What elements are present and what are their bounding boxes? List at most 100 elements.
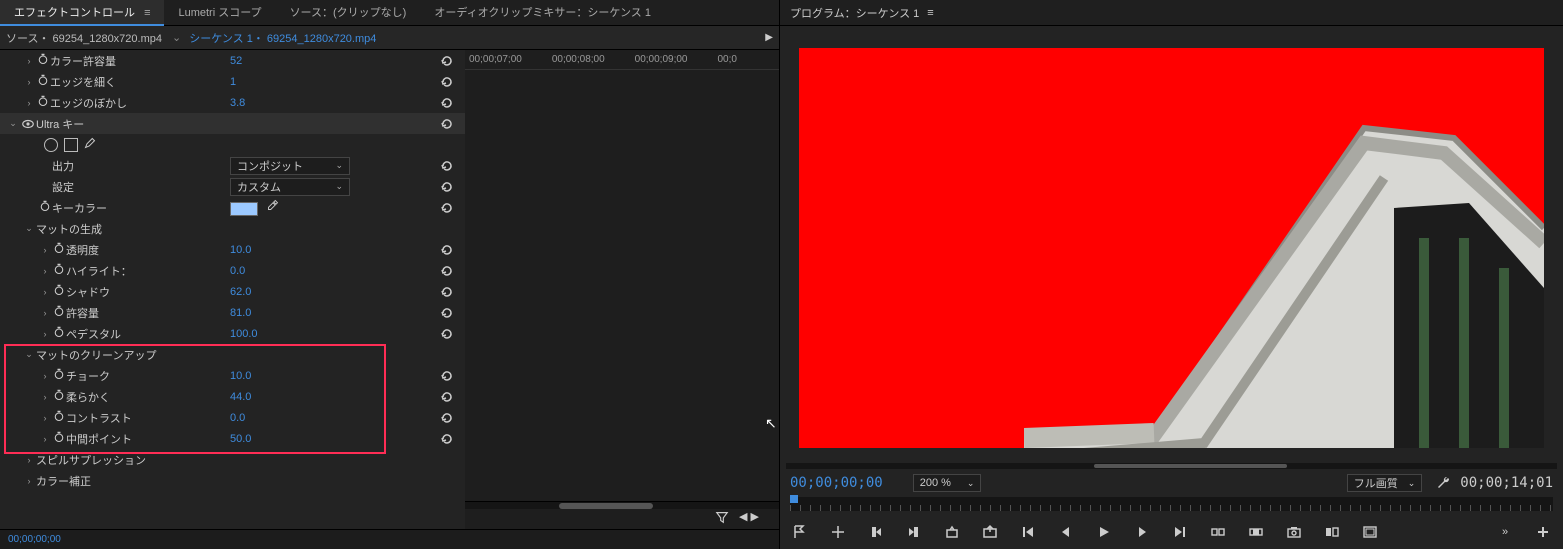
param-midpoint-value[interactable]: 50.0 bbox=[230, 433, 251, 445]
panel-menu-icon[interactable]: ≡ bbox=[144, 7, 150, 19]
timeline-scrollbar[interactable] bbox=[559, 503, 653, 509]
param-edge-feather-value[interactable]: 3.8 bbox=[230, 97, 245, 109]
param-transparency-value[interactable]: 10.0 bbox=[230, 244, 251, 256]
twirl-icon[interactable]: ⌄ bbox=[22, 349, 36, 360]
go-to-clip-icon[interactable]: ▶ bbox=[765, 32, 773, 43]
sequence-link[interactable]: シーケンス 1・ 69254_1280x720.mp4 bbox=[189, 30, 376, 46]
twirl-icon[interactable]: › bbox=[22, 56, 36, 66]
tab-lumetri-scopes[interactable]: Lumetri スコープ bbox=[164, 0, 275, 26]
settings-wrench-icon[interactable] bbox=[1436, 474, 1452, 493]
quality-select[interactable]: フル画質 ⌄ bbox=[1347, 474, 1423, 492]
twirl-icon[interactable]: › bbox=[38, 392, 52, 402]
stopwatch-icon[interactable] bbox=[36, 74, 50, 89]
twirl-icon[interactable]: ⌄ bbox=[22, 223, 36, 234]
tab-audio-mixer[interactable]: オーディオクリップミキサー：シーケンス 1 bbox=[420, 0, 665, 26]
reset-effect-icon[interactable] bbox=[439, 116, 455, 132]
step-back-icon[interactable] bbox=[1056, 522, 1076, 542]
settings-select[interactable]: カスタム ⌄ bbox=[230, 178, 350, 196]
reset-param-icon[interactable] bbox=[439, 326, 455, 342]
filter-icon[interactable] bbox=[715, 510, 729, 527]
stopwatch-icon[interactable] bbox=[52, 284, 66, 299]
current-timecode[interactable]: 00;00;00;00 bbox=[790, 475, 883, 491]
stopwatch-icon[interactable] bbox=[52, 326, 66, 341]
twirl-icon[interactable]: › bbox=[38, 434, 52, 444]
param-shadow-value[interactable]: 62.0 bbox=[230, 286, 251, 298]
stopwatch-icon[interactable] bbox=[38, 200, 52, 215]
param-color-tolerance-value[interactable]: 52 bbox=[230, 55, 242, 67]
stopwatch-icon[interactable] bbox=[52, 368, 66, 383]
mask-pen-icon[interactable] bbox=[84, 137, 96, 152]
stopwatch-icon[interactable] bbox=[36, 95, 50, 110]
comparison-view-icon[interactable] bbox=[1322, 522, 1342, 542]
reset-param-icon[interactable] bbox=[439, 305, 455, 321]
param-choke-value[interactable]: 10.0 bbox=[230, 370, 251, 382]
mask-rectangle-icon[interactable] bbox=[64, 138, 78, 152]
twirl-icon[interactable]: › bbox=[22, 476, 36, 486]
playhead-icon[interactable] bbox=[790, 495, 798, 503]
viewer-horizontal-scrollbar[interactable] bbox=[786, 463, 1557, 469]
section-spill-suppression[interactable]: スピルサプレッション bbox=[36, 452, 146, 468]
panel-menu-icon[interactable]: ≡ bbox=[927, 7, 933, 19]
twirl-icon[interactable]: › bbox=[38, 371, 52, 381]
time-ruler[interactable]: 00;00;07;00 00;00;08;00 00;00;09;00 00;0 bbox=[465, 50, 779, 70]
reset-param-icon[interactable] bbox=[439, 200, 455, 216]
go-to-out-icon[interactable] bbox=[1170, 522, 1190, 542]
effect-ultra-key-title[interactable]: Ultra キー bbox=[36, 116, 84, 132]
section-matte-generation[interactable]: マットの生成 bbox=[36, 221, 102, 237]
eyedropper-icon[interactable] bbox=[267, 199, 279, 214]
stopwatch-icon[interactable] bbox=[52, 410, 66, 425]
safe-margins-icon[interactable] bbox=[1360, 522, 1380, 542]
section-matte-cleanup[interactable]: マットのクリーンアップ bbox=[36, 347, 156, 363]
twirl-icon[interactable]: › bbox=[38, 329, 52, 339]
stopwatch-icon[interactable] bbox=[52, 263, 66, 278]
twirl-icon[interactable]: › bbox=[38, 413, 52, 423]
stopwatch-icon[interactable] bbox=[52, 305, 66, 320]
button-editor-add-icon[interactable] bbox=[1533, 522, 1553, 542]
twirl-icon[interactable]: › bbox=[38, 266, 52, 276]
footer-timecode[interactable]: 00;00;00;00 bbox=[8, 534, 61, 545]
set-out-point-icon[interactable] bbox=[904, 522, 924, 542]
stopwatch-icon[interactable] bbox=[52, 242, 66, 257]
button-editor-expand-icon[interactable]: » bbox=[1495, 522, 1515, 542]
section-color-correction[interactable]: カラー補正 bbox=[36, 473, 91, 489]
param-pedestal-value[interactable]: 100.0 bbox=[230, 328, 258, 340]
tab-source[interactable]: ソース：(クリップなし) bbox=[276, 0, 421, 26]
tab-effect-controls[interactable]: エフェクトコントロール ≡ bbox=[0, 0, 164, 26]
reset-param-icon[interactable] bbox=[439, 74, 455, 90]
param-soften-value[interactable]: 44.0 bbox=[230, 391, 251, 403]
twirl-icon[interactable]: › bbox=[38, 245, 52, 255]
stopwatch-icon[interactable] bbox=[52, 389, 66, 404]
reset-param-icon[interactable] bbox=[439, 431, 455, 447]
mask-ellipse-icon[interactable] bbox=[44, 138, 58, 152]
reset-param-icon[interactable] bbox=[439, 410, 455, 426]
twirl-icon[interactable]: › bbox=[22, 455, 36, 465]
step-forward-icon[interactable] bbox=[1132, 522, 1152, 542]
reset-param-icon[interactable] bbox=[439, 389, 455, 405]
overwrite-icon[interactable] bbox=[1246, 522, 1266, 542]
play-icon[interactable] bbox=[1094, 522, 1114, 542]
program-viewer[interactable] bbox=[799, 48, 1544, 448]
insert-icon[interactable] bbox=[1208, 522, 1228, 542]
twirl-icon[interactable]: › bbox=[38, 287, 52, 297]
param-tolerance-value[interactable]: 81.0 bbox=[230, 307, 251, 319]
reset-param-icon[interactable] bbox=[439, 263, 455, 279]
reset-param-icon[interactable] bbox=[439, 53, 455, 69]
add-marker-icon[interactable] bbox=[828, 522, 848, 542]
param-contrast-value[interactable]: 0.0 bbox=[230, 412, 245, 424]
output-select[interactable]: コンポジット ⌄ bbox=[230, 157, 350, 175]
reset-param-icon[interactable] bbox=[439, 368, 455, 384]
reset-param-icon[interactable] bbox=[439, 95, 455, 111]
twirl-icon[interactable]: › bbox=[38, 308, 52, 318]
reset-param-icon[interactable] bbox=[439, 158, 455, 174]
key-color-swatch[interactable] bbox=[230, 202, 258, 216]
reset-param-icon[interactable] bbox=[439, 242, 455, 258]
program-timeline[interactable] bbox=[780, 493, 1563, 515]
reset-param-icon[interactable] bbox=[439, 284, 455, 300]
twirl-icon[interactable]: › bbox=[22, 98, 36, 108]
zoom-select[interactable]: 200 % ⌄ bbox=[913, 474, 982, 492]
stopwatch-icon[interactable] bbox=[52, 431, 66, 446]
go-to-in-icon[interactable] bbox=[1018, 522, 1038, 542]
twirl-icon[interactable]: › bbox=[22, 77, 36, 87]
mark-in-icon[interactable] bbox=[790, 522, 810, 542]
twirl-icon[interactable]: ⌄ bbox=[6, 118, 20, 129]
